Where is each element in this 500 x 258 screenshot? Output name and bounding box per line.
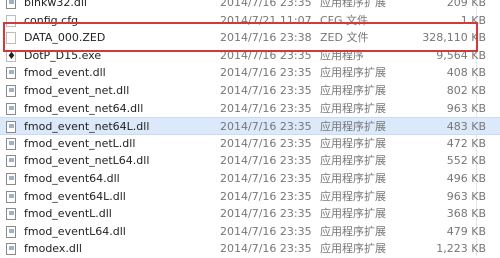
file-type: ZED 文件 bbox=[320, 31, 369, 45]
file-size: 552 KB bbox=[446, 154, 486, 168]
exe-icon bbox=[6, 48, 16, 65]
file-type: 应用程序扩展 bbox=[320, 101, 386, 115]
file-size: 963 KB bbox=[446, 189, 486, 203]
file-row[interactable]: fmod_event64.dll 2014/7/16 23:35 应用程序扩展 … bbox=[0, 170, 500, 188]
file-name: DotP_D15.exe bbox=[24, 48, 102, 62]
file-date: 2014/7/16 23:35 bbox=[220, 242, 312, 256]
file-row[interactable]: fmod_event_netL.dll 2014/7/16 23:35 应用程序… bbox=[0, 135, 500, 153]
file-size: 1,223 KB bbox=[436, 242, 486, 256]
file-size: 328,110 KB bbox=[422, 31, 486, 45]
file-size: 472 KB bbox=[446, 136, 486, 150]
file-size: 368 KB bbox=[446, 207, 486, 221]
file-name: fmod_event64.dll bbox=[24, 171, 120, 185]
file-date: 2014/7/16 23:35 bbox=[220, 136, 312, 150]
file-date: 2014/7/16 23:35 bbox=[220, 120, 312, 134]
file-type: 应用程序扩展 bbox=[320, 83, 386, 97]
file-type: 应用程序扩展 bbox=[320, 189, 386, 203]
file-date: 2014/7/16 23:35 bbox=[220, 171, 312, 185]
file-date: 2014/7/16 23:35 bbox=[220, 207, 312, 221]
file-date: 2014/7/16 23:35 bbox=[220, 66, 312, 80]
dll-icon bbox=[6, 102, 16, 115]
file-name: fmod_event_net64.dll bbox=[24, 101, 144, 115]
file-row[interactable]: fmod_event.dll 2014/7/16 23:35 应用程序扩展 40… bbox=[0, 64, 500, 82]
file-type: 应用程序扩展 bbox=[320, 154, 386, 168]
file-type: 应用程序扩展 bbox=[320, 136, 386, 150]
file-type: 应用程序扩展 bbox=[320, 171, 386, 185]
dll-icon bbox=[6, 172, 16, 185]
dll-icon bbox=[6, 243, 16, 256]
file-name: fmod_event_net64L.dll bbox=[24, 120, 150, 134]
file-name: fmod_event_netL.dll bbox=[24, 136, 136, 150]
file-size: 483 KB bbox=[446, 120, 486, 134]
file-date: 2014/7/16 23:35 bbox=[220, 189, 312, 203]
dll-icon bbox=[6, 208, 16, 221]
file-row[interactable]: config.cfg 2014/7/21 11:07 CFG 文件 1 KB bbox=[0, 12, 500, 30]
file-row[interactable]: fmod_eventL64.dll 2014/7/16 23:35 应用程序扩展… bbox=[0, 223, 500, 241]
dll-icon bbox=[6, 121, 16, 134]
file-row[interactable]: DotP_D15.exe 2014/7/16 23:35 应用程序 9,564 … bbox=[0, 47, 500, 65]
file-row-selected[interactable]: fmod_event_net64L.dll 2014/7/16 23:35 应用… bbox=[0, 117, 500, 135]
file-name: fmod_event_net.dll bbox=[24, 83, 130, 97]
file-size: 479 KB bbox=[446, 224, 486, 238]
dll-icon bbox=[6, 67, 16, 80]
file-date: 2014/7/16 23:35 bbox=[220, 224, 312, 238]
doc-icon bbox=[6, 14, 16, 27]
file-row[interactable]: fmodex.dll 2014/7/16 23:35 应用程序扩展 1,223 … bbox=[0, 240, 500, 258]
dll-icon bbox=[6, 0, 16, 9]
file-name: fmod_event.dll bbox=[24, 66, 106, 80]
file-name: fmod_event_netL64.dll bbox=[24, 154, 150, 168]
file-size: 9,564 KB bbox=[436, 48, 486, 62]
file-row[interactable]: fmod_event_net64.dll 2014/7/16 23:35 应用程… bbox=[0, 100, 500, 118]
file-date: 2014/7/21 11:07 bbox=[220, 13, 312, 27]
file-type: 应用程序扩展 bbox=[320, 207, 386, 221]
file-size: 1 KB bbox=[460, 13, 486, 27]
dll-icon bbox=[6, 84, 16, 97]
file-date: 2014/7/16 23:35 bbox=[220, 0, 312, 9]
file-row[interactable]: binkw32.dll 2014/7/16 23:35 应用程序扩展 209 K… bbox=[0, 0, 500, 12]
file-row[interactable]: DATA_000.ZED 2014/7/16 23:38 ZED 文件 328,… bbox=[0, 29, 500, 47]
file-type: CFG 文件 bbox=[320, 13, 369, 27]
doc-icon bbox=[6, 32, 16, 45]
file-type: 应用程序扩展 bbox=[320, 242, 386, 256]
file-row[interactable]: fmod_event_net.dll 2014/7/16 23:35 应用程序扩… bbox=[0, 82, 500, 100]
file-date: 2014/7/16 23:38 bbox=[220, 31, 312, 45]
dll-icon bbox=[6, 225, 16, 238]
file-row[interactable]: fmod_eventL.dll 2014/7/16 23:35 应用程序扩展 3… bbox=[0, 205, 500, 223]
file-name: fmodex.dll bbox=[24, 242, 82, 256]
file-date: 2014/7/16 23:35 bbox=[220, 48, 312, 62]
dll-icon bbox=[6, 155, 16, 168]
file-row[interactable]: fmod_event_netL64.dll 2014/7/16 23:35 应用… bbox=[0, 152, 500, 170]
file-name: config.cfg bbox=[24, 13, 79, 27]
file-row[interactable]: fmod_event64L.dll 2014/7/16 23:35 应用程序扩展… bbox=[0, 188, 500, 206]
file-list: binkw32.dll 2014/7/16 23:35 应用程序扩展 209 K… bbox=[0, 0, 500, 258]
dll-icon bbox=[6, 190, 16, 203]
file-type: 应用程序 bbox=[320, 48, 364, 62]
file-type: 应用程序扩展 bbox=[320, 224, 386, 238]
file-type: 应用程序扩展 bbox=[320, 0, 386, 9]
file-name: fmod_eventL.dll bbox=[24, 207, 112, 221]
file-type: 应用程序扩展 bbox=[320, 66, 386, 80]
file-name: fmod_event64L.dll bbox=[24, 189, 126, 203]
dll-icon bbox=[6, 137, 16, 150]
file-date: 2014/7/16 23:35 bbox=[220, 154, 312, 168]
file-size: 496 KB bbox=[446, 171, 486, 185]
file-size: 963 KB bbox=[446, 101, 486, 115]
file-size: 408 KB bbox=[446, 66, 486, 80]
file-date: 2014/7/16 23:35 bbox=[220, 101, 312, 115]
file-name: DATA_000.ZED bbox=[24, 31, 106, 45]
file-type: 应用程序扩展 bbox=[320, 120, 386, 134]
file-name: binkw32.dll bbox=[24, 0, 87, 9]
file-size: 802 KB bbox=[446, 83, 486, 97]
file-name: fmod_eventL64.dll bbox=[24, 224, 126, 238]
file-date: 2014/7/16 23:35 bbox=[220, 83, 312, 97]
file-size: 209 KB bbox=[446, 0, 486, 9]
